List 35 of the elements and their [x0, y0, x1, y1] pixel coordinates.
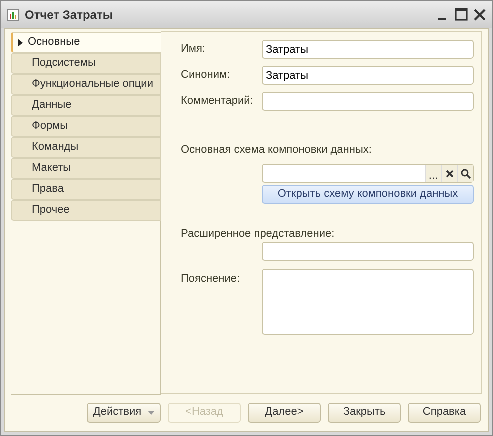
field-label: Синоним:: [181, 68, 232, 84]
field-label: Комментарий:: [181, 94, 254, 110]
actions-menu-button[interactable]: Действия: [87, 402, 161, 422]
synonym-field[interactable]: Затраты: [262, 66, 474, 85]
explanation-field[interactable]: [262, 269, 474, 335]
extended-field[interactable]: [262, 242, 474, 261]
tab[interactable]: Прочее: [11, 200, 161, 221]
tab[interactable]: Макеты: [11, 158, 161, 179]
open-schema-button[interactable]: Открыть схему компоновки данных: [262, 185, 474, 204]
close-icon[interactable]: [474, 8, 486, 20]
dialog-button[interactable]: Закрыть: [328, 402, 401, 422]
tab[interactable]: Формы: [11, 116, 161, 137]
caret-icon: [18, 38, 23, 46]
tab[interactable]: Функциональные опции: [11, 74, 161, 95]
tab[interactable]: Права: [11, 179, 161, 200]
field-label: Пояснение:: [181, 272, 242, 285]
report-icon: [7, 8, 19, 20]
tab[interactable]: Команды: [11, 137, 161, 158]
dialog-button[interactable]: Справка: [408, 402, 481, 422]
field-label: Расширенное представление:: [181, 227, 336, 240]
comment-field[interactable]: [262, 92, 474, 111]
dropdown-icon: [148, 410, 155, 414]
name-field[interactable]: Затраты: [262, 40, 474, 59]
field-label: Имя:: [181, 42, 206, 58]
window-title: Отчет Затраты: [25, 6, 114, 24]
field-label: Основная схема компоновки данных:: [181, 143, 373, 156]
schema-field[interactable]: ...: [262, 164, 474, 183]
tab[interactable]: Данные: [11, 95, 161, 116]
maximize-icon[interactable]: [455, 8, 468, 21]
tab[interactable]: Подсистемы: [11, 53, 161, 74]
clear-icon[interactable]: [446, 170, 454, 178]
select-button[interactable]: ...: [425, 165, 441, 182]
search-icon[interactable]: [460, 168, 470, 178]
tab[interactable]: Основные: [11, 32, 161, 53]
dialog-button[interactable]: Далее>: [248, 402, 321, 422]
